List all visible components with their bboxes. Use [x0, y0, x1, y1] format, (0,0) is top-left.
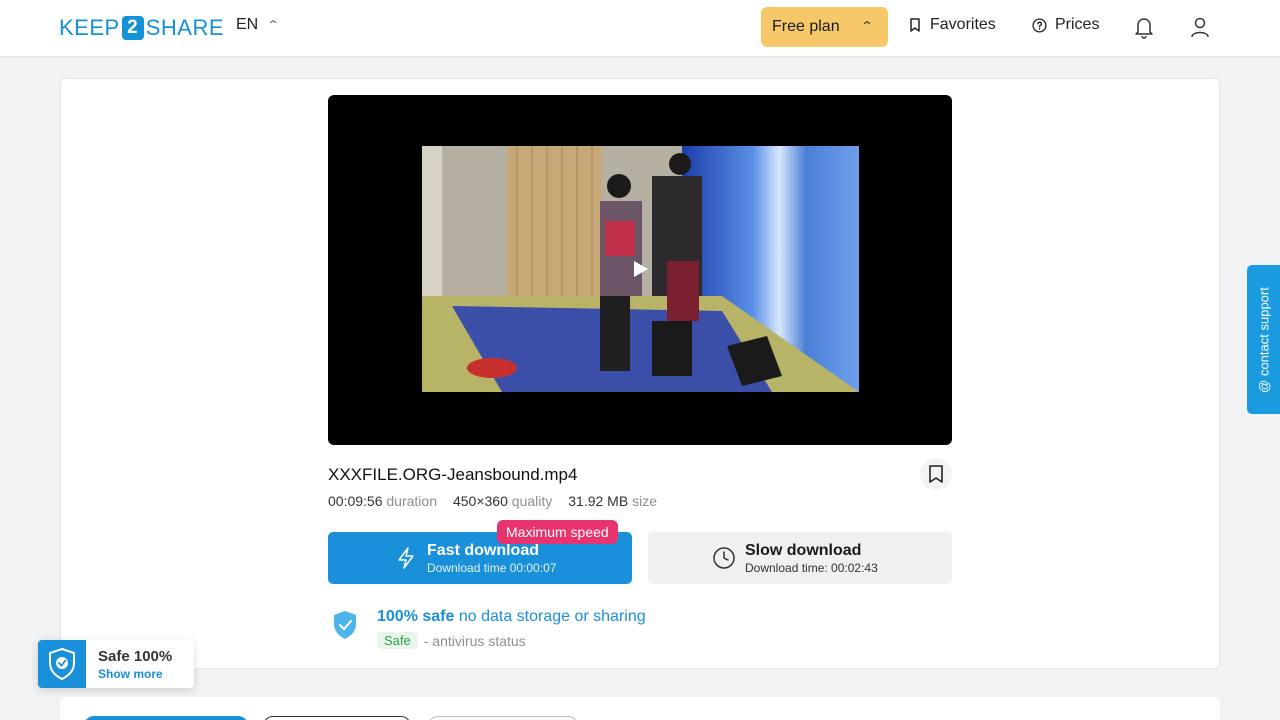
notifications-button[interactable]: [1132, 14, 1156, 40]
plan-dropdown-button[interactable]: Free plan ⌃: [761, 7, 888, 47]
slow-download-time: Download time: 00:02:43: [745, 561, 878, 575]
prices-link[interactable]: Prices: [1032, 16, 1099, 34]
user-icon: [1191, 17, 1209, 38]
lightning-icon: [398, 547, 414, 569]
shield-check-icon: [334, 611, 356, 639]
video-player[interactable]: [328, 95, 952, 445]
contact-support-label: @ contact support: [1256, 286, 1271, 393]
bookmark-icon: [929, 465, 943, 483]
chevron-up-icon: ⌃: [860, 19, 874, 33]
tab-pill-primary[interactable]: [84, 716, 248, 720]
tab-pill-secondary[interactable]: [263, 716, 411, 720]
fast-download-time: Download time 00:00:07: [427, 561, 557, 575]
plan-label: Free plan: [772, 18, 840, 35]
file-size: 31.92 MB size: [568, 493, 657, 509]
safe-widget-title: Safe 100%: [98, 648, 173, 665]
account-button[interactable]: [1188, 14, 1212, 40]
logo-text-2: 2: [121, 16, 144, 40]
antivirus-status: Safe - antivirus status: [377, 632, 526, 649]
play-icon[interactable]: [633, 260, 649, 278]
bookmark-icon: [910, 18, 920, 32]
language-label: EN: [236, 16, 259, 33]
language-selector[interactable]: EN ⌃: [236, 16, 280, 34]
clock-icon: [713, 547, 735, 569]
tab-pill-tertiary[interactable]: [428, 716, 578, 720]
logo-text-keep: KEEP: [59, 15, 120, 40]
file-quality: 450×360 quality: [452, 493, 553, 509]
fast-download-title: Fast download: [427, 542, 539, 559]
maximum-speed-badge: Maximum speed: [497, 520, 618, 544]
file-name: XXXFILE.ORG-Jeansbound.mp4: [328, 465, 578, 484]
site-logo[interactable]: KEEP 2 SHARE: [59, 14, 224, 42]
top-header: KEEP 2 SHARE EN ⌃ Free plan ⌃ Favorites Pr…: [0, 0, 1280, 57]
slow-download-button[interactable]: Slow download Download time: 00:02:43: [648, 532, 952, 584]
help-circle-icon: [1032, 17, 1047, 33]
contact-support-tab[interactable]: @ contact support: [1247, 265, 1280, 414]
add-favorite-button[interactable]: [920, 458, 952, 490]
bell-icon: [1135, 18, 1153, 39]
chevron-up-icon: ⌃: [266, 18, 280, 32]
logo-text-share: SHARE: [145, 15, 224, 40]
favorites-link[interactable]: Favorites: [908, 16, 996, 34]
show-more-link[interactable]: Show more: [98, 667, 163, 681]
safe-status-badge: Safe: [377, 632, 418, 649]
slow-download-title: Slow download: [745, 542, 862, 559]
favorites-label: Favorites: [930, 16, 996, 33]
safety-title: 100% safe no data storage or sharing: [377, 608, 646, 625]
prices-label: Prices: [1055, 16, 1100, 33]
safe-widget[interactable]: Safe 100% Show more: [38, 640, 194, 688]
file-duration: 00:09:56 duration: [328, 493, 437, 509]
file-meta: 00:09:56 duration 450×360 quality 31.92 …: [328, 493, 657, 509]
shield-check-icon: [38, 640, 86, 688]
